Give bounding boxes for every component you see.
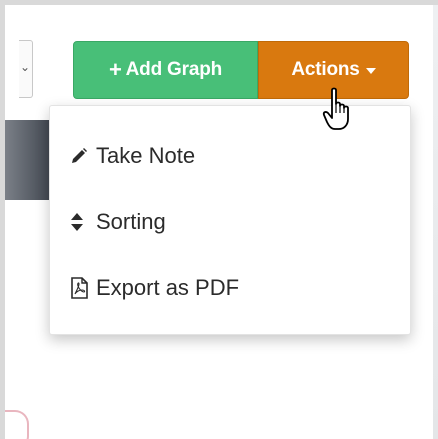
actions-label: Actions: [291, 59, 360, 80]
decorative-mark: [5, 410, 29, 439]
menu-item-label: Sorting: [96, 209, 166, 234]
sort-icon: [70, 212, 92, 232]
add-graph-label: Add Graph: [125, 59, 223, 80]
menu-item-take-note[interactable]: Take Note: [70, 138, 400, 174]
pencil-icon: [70, 147, 92, 165]
menu-item-label: Take Note: [96, 143, 196, 168]
add-graph-button[interactable]: + Add Graph: [73, 41, 258, 99]
background-panel: [5, 120, 55, 200]
menu-item-label: Export as PDF: [96, 275, 240, 300]
plus-icon: +: [108, 57, 122, 82]
hand-pointer-cursor-icon: [322, 87, 349, 130]
menu-item-export-pdf[interactable]: Export as PDF: [70, 270, 400, 306]
page-area: ⌄ + Add Graph Actions Take Note Sorting …: [5, 5, 438, 439]
side-panel-edge: [433, 5, 438, 439]
menu-item-sorting[interactable]: Sorting: [70, 204, 400, 240]
chevron-down-icon: ⌄: [20, 60, 31, 74]
dropdown-select[interactable]: ⌄: [19, 40, 33, 98]
pdf-file-icon: [70, 277, 92, 299]
caret-down-icon: [365, 68, 376, 74]
actions-dropdown-menu: Take Note Sorting Export as PDF: [49, 105, 411, 335]
